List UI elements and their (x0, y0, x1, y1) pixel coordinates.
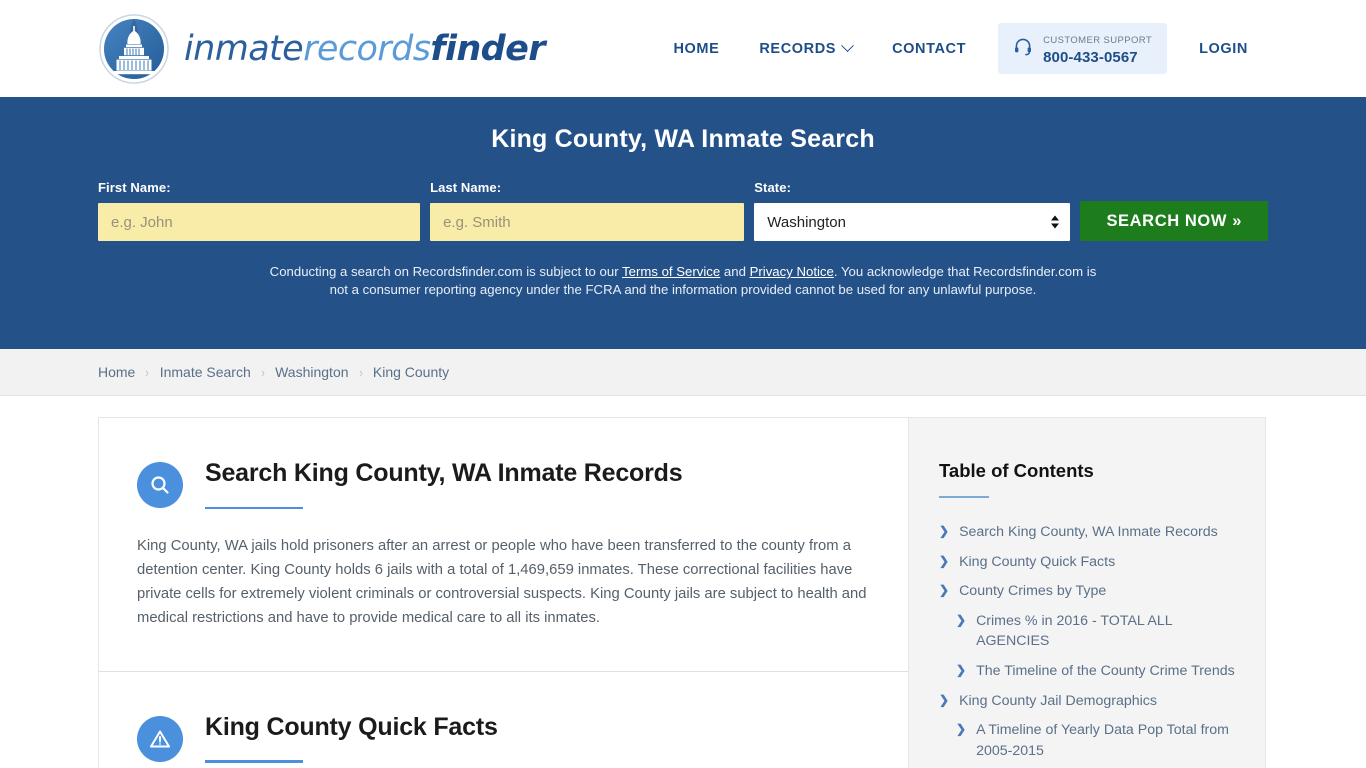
toc-item-label: Search King County, WA Inmate Records (959, 524, 1218, 540)
nav-records-label: RECORDS (759, 40, 837, 57)
warning-icon (137, 715, 183, 762)
brand-part-3: finder (430, 28, 545, 69)
section-title-search-records: Search King County, WA Inmate Records (205, 459, 683, 487)
state-label: State: (754, 180, 791, 195)
main-layout: Search King County, WA Inmate Records Ki… (0, 417, 1366, 768)
toc-list: ❯ Search King County, WA Inmate Records ❯ K… (939, 522, 1235, 761)
toc-underline (939, 496, 989, 498)
main-navigation: HOME RECORDS CONTACT CUSTOMER SUPPORT 80… (653, 23, 1268, 74)
toc-item-label: Crimes % in 2016 - TOTAL ALL AGENCIES (976, 612, 1173, 650)
chevron-down-icon (841, 39, 854, 53)
disclaimer-mid: and (720, 264, 750, 279)
site-header: inmaterecordsfinder HOME RECORDS CONTACT (0, 0, 1366, 97)
article-column: Search King County, WA Inmate Records Ki… (98, 417, 908, 768)
title-underline (205, 506, 303, 509)
first-name-input[interactable] (98, 203, 421, 241)
toc-item[interactable]: ❯ King County Quick Facts (939, 552, 1235, 573)
toc-item[interactable]: ❯ Search King County, WA Inmate Records (939, 522, 1235, 543)
toc-item[interactable]: ❯ County Crimes by Type (939, 581, 1235, 602)
brand-part-1: inmate (184, 28, 304, 69)
toc-item-label: King County Jail Demographics (959, 692, 1157, 709)
inmate-search-form: First Name: Last Name: State: Washington… (98, 180, 1268, 241)
site-logo[interactable]: inmaterecordsfinder (98, 13, 546, 85)
breadcrumb-separator: › (358, 364, 363, 380)
hero-search-section: King County, WA Inmate Search First Name… (0, 97, 1366, 349)
breadcrumb: Home › Inmate Search › Washington › King Count… (98, 364, 449, 380)
chevron-right-icon: ❯ (939, 524, 950, 538)
toc-item[interactable]: ❯ The Timeline of the County Crime Trends (939, 661, 1235, 682)
headset-icon (1013, 36, 1033, 61)
state-select[interactable]: WashingtonAlabamaAlaskaArizonaCalifornia… (754, 203, 1071, 241)
brand-wordmark: inmaterecordsfinder (184, 28, 546, 69)
toc-item-label: County Crimes by Type (959, 583, 1107, 600)
toc-item[interactable]: ❯ King County Jail Demographics (939, 691, 1235, 712)
section-quick-facts: King County Quick Facts (99, 672, 908, 768)
toc-item-label: The Timeline of the County Crime Trends (976, 662, 1235, 679)
breadcrumb-item-king-county: King County (372, 364, 450, 380)
first-name-label: First Name: (98, 180, 171, 195)
last-name-label: Last Name: (430, 180, 502, 195)
disclaimer-pre: Conducting a search on Recordsfinder.com… (269, 264, 623, 279)
terms-of-service-link[interactable]: Terms of Service (622, 264, 720, 279)
nav-home-label: HOME (673, 40, 720, 57)
page-title: King County, WA Inmate Search (491, 125, 875, 153)
search-disclaimer: Conducting a search on Recordsfinder.com… (261, 263, 1106, 299)
toc-title: Table of Contents (939, 460, 1094, 481)
nav-contact-label: CONTACT (892, 40, 967, 57)
nav-records[interactable]: RECORDS (739, 31, 872, 67)
chevron-right-icon: ❯ (956, 722, 967, 737)
toc-item[interactable]: ❯ A Timeline of Yearly Data Pop Total fro… (939, 720, 1235, 761)
support-phone: 800-433-0567 (1043, 48, 1138, 66)
breadcrumb-bar: Home › Inmate Search › Washington › King Count… (0, 349, 1366, 396)
nav-contact[interactable]: CONTACT (872, 31, 986, 67)
section-body-search-records: King County, WA jails hold prisoners aft… (137, 538, 867, 626)
toc-item[interactable]: ❯ Crimes % in 2016 - TOTAL ALL AGENCIES (939, 611, 1235, 652)
nav-login[interactable]: LOGIN (1179, 31, 1268, 67)
section-title-quick-facts: King County Quick Facts (205, 712, 498, 741)
table-of-contents: Table of Contents ❯ Search King County, W… (908, 417, 1266, 768)
breadcrumb-item-home[interactable]: Home (98, 364, 135, 380)
breadcrumb-separator: › (261, 364, 265, 380)
nav-login-label: LOGIN (1199, 40, 1248, 57)
search-now-button[interactable]: SEARCH NOW » (1080, 201, 1268, 241)
customer-support-button[interactable]: CUSTOMER SUPPORT 800-433-0567 (998, 23, 1168, 74)
section-search-records: Search King County, WA Inmate Records Ki… (99, 418, 908, 672)
search-icon (137, 462, 183, 508)
chevron-right-icon: ❯ (956, 612, 967, 627)
last-name-input[interactable] (430, 203, 745, 241)
privacy-notice-link[interactable]: Privacy Notice (750, 264, 834, 279)
chevron-right-icon: ❯ (956, 662, 967, 677)
toc-item-label: A Timeline of Yearly Data Pop Total from… (976, 722, 1229, 759)
brand-part-2: records (303, 28, 431, 69)
breadcrumb-item-inmate-search[interactable]: Inmate Search (160, 364, 251, 380)
chevron-right-icon: ❯ (939, 553, 950, 568)
support-label: CUSTOMER SUPPORT (1043, 35, 1153, 47)
breadcrumb-separator: › (145, 364, 150, 380)
title-underline (205, 760, 303, 763)
breadcrumb-item-washington[interactable]: Washington (275, 364, 348, 380)
nav-home[interactable]: HOME (653, 31, 739, 67)
chevron-right-icon: ❯ (939, 692, 950, 707)
chevron-right-icon: ❯ (939, 583, 950, 598)
capitol-dome-icon (98, 13, 170, 85)
toc-item-label: King County Quick Facts (959, 553, 1116, 570)
